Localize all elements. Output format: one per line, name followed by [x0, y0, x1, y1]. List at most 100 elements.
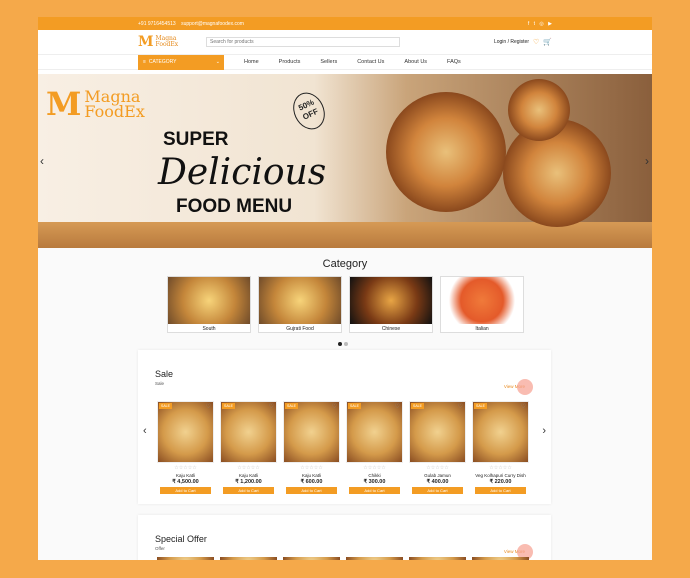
product-image[interactable]: SALE ♡: [346, 401, 403, 463]
category-list: South Gujrati Food Chinese Italian: [167, 276, 524, 333]
nav-contact[interactable]: Contact Us: [357, 59, 384, 65]
heart-icon[interactable]: ♡: [332, 403, 337, 410]
special-offer-section: Special Offer Offer View More: [138, 515, 551, 560]
food-plate-image: [386, 92, 506, 212]
add-to-cart-button[interactable]: Add to Cart: [160, 487, 211, 494]
logo-sub: FoodEx: [155, 41, 179, 48]
heart-icon[interactable]: ♡: [206, 403, 211, 410]
category-label: CATEGORY: [148, 59, 177, 65]
hero-brand-sub: FoodEx: [84, 102, 145, 121]
instagram-icon[interactable]: ◎: [539, 21, 543, 27]
chevron-down-icon: ⌄: [215, 59, 220, 65]
product-image[interactable]: SALE ♡: [472, 401, 529, 463]
rating-stars: ☆☆☆☆☆: [300, 465, 323, 471]
product-card[interactable]: SALE ♡ ☆☆☆☆☆ Gulab Jamun ₹ 400.00 Add to Cart: [409, 401, 466, 494]
product-image[interactable]: [157, 557, 214, 560]
category-card-gujrati[interactable]: Gujrati Food: [258, 276, 342, 333]
search-input[interactable]: [206, 37, 400, 47]
menu-icon: ≡: [143, 59, 146, 65]
site-logo[interactable]: M Magna FoodEx: [138, 34, 206, 50]
nav-sellers[interactable]: Sellers: [320, 59, 337, 65]
heart-icon[interactable]: ♡: [269, 403, 274, 410]
special-subtitle: Offer: [155, 546, 165, 551]
product-card[interactable]: SALE ♡ ☆☆☆☆☆ Veg Kolhapuri Curry Dish ₹ 220.…: [472, 401, 529, 494]
hero-logo: M Magna FoodEx: [46, 85, 145, 123]
heart-icon[interactable]: ♡: [533, 38, 539, 46]
product-name: Kaju Katli: [238, 473, 258, 478]
product-image[interactable]: [346, 557, 403, 560]
nav-products[interactable]: Products: [279, 59, 301, 65]
chevron-right-icon[interactable]: ›: [645, 154, 649, 168]
product-image[interactable]: [283, 557, 340, 560]
add-to-cart-button[interactable]: Add to Cart: [349, 487, 400, 494]
product-price: ₹ 1,200.00: [235, 479, 262, 485]
product-name: Chikki: [368, 473, 381, 478]
add-to-cart-button[interactable]: Add to Cart: [286, 487, 337, 494]
category-title: Category: [322, 258, 368, 270]
product-image[interactable]: [472, 557, 529, 560]
decor-circle: [517, 379, 533, 395]
chevron-left-icon[interactable]: ‹: [40, 154, 44, 168]
rating-stars: ☆☆☆☆☆: [489, 465, 512, 471]
product-card[interactable]: SALE ♡ ☆☆☆☆☆ Kaju Katli ₹ 1,200.00 Add to Car…: [220, 401, 277, 494]
chevron-right-icon[interactable]: ›: [542, 425, 546, 437]
category-image: [350, 277, 432, 324]
phone-text: +91 9716454513: [138, 20, 176, 27]
category-card-south[interactable]: South: [167, 276, 251, 333]
category-button[interactable]: ≡ CATEGORY ⌄: [138, 54, 224, 70]
heart-icon[interactable]: ♡: [395, 403, 400, 410]
nav-about[interactable]: About Us: [404, 59, 427, 65]
carousel-dots[interactable]: [338, 342, 348, 346]
heart-icon[interactable]: ♡: [521, 403, 526, 410]
heart-icon[interactable]: ♡: [458, 403, 463, 410]
category-label: Italian: [475, 326, 489, 332]
account-area: Login / Register ♡ 🛒: [494, 38, 552, 46]
website-frame: +91 9716454513 support@magnafoodex.com f…: [38, 17, 652, 560]
email-text: support@magnafoodex.com: [181, 20, 244, 27]
carousel-dot[interactable]: [338, 342, 342, 346]
view-all-link[interactable]: View More: [504, 379, 533, 395]
contact-info: +91 9716454513 support@magnafoodex.com: [138, 21, 248, 27]
category-card-italian[interactable]: Italian: [440, 276, 524, 333]
login-link[interactable]: Login / Register: [494, 39, 529, 45]
category-section: Category South Gujrati Food Chinese Ital…: [38, 248, 652, 560]
product-image[interactable]: SALE ♡: [220, 401, 277, 463]
product-image[interactable]: SALE ♡: [283, 401, 340, 463]
product-image[interactable]: [220, 557, 277, 560]
category-image: [168, 277, 250, 324]
hero-banner: M Magna FoodEx 50% OFF SUPER Delicious FO…: [38, 74, 652, 248]
add-to-cart-button[interactable]: Add to Cart: [475, 487, 526, 494]
sale-section: Sale Sale View More ‹ › SALE ♡ ☆☆☆☆☆ Kaju K…: [138, 350, 551, 504]
product-price: ₹ 300.00: [363, 479, 386, 485]
product-card[interactable]: SALE ♡ ☆☆☆☆☆ Kaju Katli ₹ 600.00 Add to Cart: [283, 401, 340, 494]
chevron-left-icon[interactable]: ‹: [143, 425, 147, 437]
sale-badge: SALE: [222, 403, 235, 409]
product-card[interactable]: SALE ♡ ☆☆☆☆☆ Chikki ₹ 300.00 Add to Cart: [346, 401, 403, 494]
category-label: South: [202, 326, 216, 332]
add-to-cart-button[interactable]: Add to Cart: [412, 487, 463, 494]
hero-line-2: Delicious: [158, 152, 327, 193]
category-image: [441, 277, 523, 324]
product-image[interactable]: [409, 557, 466, 560]
category-card-chinese[interactable]: Chinese: [349, 276, 433, 333]
product-card[interactable]: SALE ♡ ☆☆☆☆☆ Kaju Katli ₹ 4,500.00 Add to Car…: [157, 401, 214, 494]
carousel-dot[interactable]: [344, 342, 348, 346]
product-image[interactable]: SALE ♡: [157, 401, 214, 463]
nav-faqs[interactable]: FAQs: [447, 59, 461, 65]
sale-subtitle: Sale: [155, 381, 165, 386]
sale-badge: SALE: [285, 403, 298, 409]
social-links: f t ◎ ▶: [525, 21, 552, 27]
cart-icon[interactable]: 🛒: [543, 38, 552, 46]
twitter-icon[interactable]: t: [534, 21, 535, 27]
nav-home[interactable]: Home: [244, 59, 259, 65]
product-price: ₹ 220.00: [489, 479, 512, 485]
youtube-icon[interactable]: ▶: [548, 21, 552, 27]
product-name: Veg Kolhapuri Curry Dish: [475, 473, 526, 478]
main-nav: ≡ CATEGORY ⌄ Home Products Sellers Conta…: [38, 54, 652, 70]
sale-badge: SALE: [474, 403, 487, 409]
category-label: Gujrati Food: [286, 326, 314, 332]
product-image[interactable]: SALE ♡: [409, 401, 466, 463]
add-to-cart-button[interactable]: Add to Cart: [223, 487, 274, 494]
facebook-icon[interactable]: f: [528, 21, 529, 27]
discount-badge: 50% OFF: [287, 87, 331, 135]
